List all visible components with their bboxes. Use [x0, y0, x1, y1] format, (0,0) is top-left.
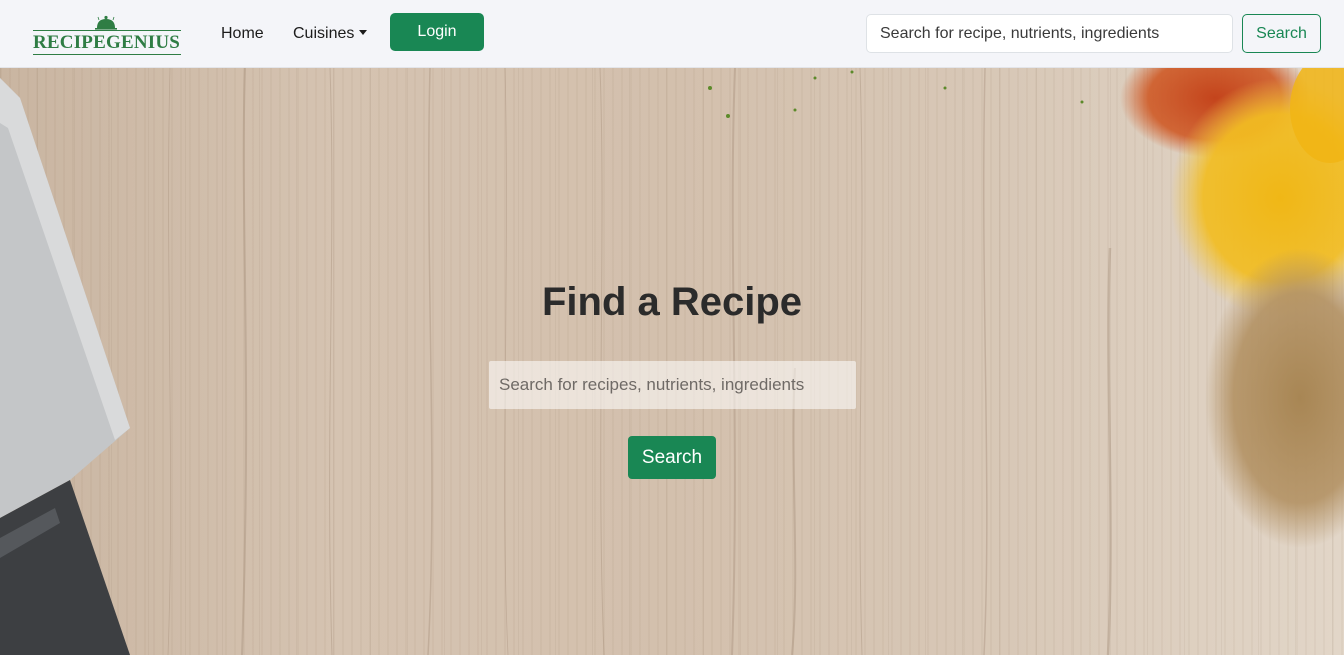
hero-title: Find a Recipe: [541, 280, 803, 324]
cloche-icon: [95, 15, 117, 30]
nav-cuisines-dropdown[interactable]: Cuisines: [293, 22, 368, 46]
brand-rule: [33, 54, 181, 55]
hero-search-button[interactable]: Search: [628, 436, 716, 479]
brand-logo[interactable]: RECIPEGENIUS: [33, 14, 181, 56]
hero-search-input[interactable]: [489, 361, 856, 409]
brand-name: RECIPEGENIUS: [33, 32, 181, 53]
navbar: RECIPEGENIUS Home Cuisines Login Search: [0, 0, 1344, 68]
nav-home-link[interactable]: Home: [221, 22, 264, 46]
hero-section: Find a Recipe Search: [0, 68, 1344, 655]
navbar-search-button[interactable]: Search: [1242, 14, 1321, 53]
nav-cuisines-label: Cuisines: [293, 25, 355, 42]
brand-rule: [33, 30, 181, 31]
login-button[interactable]: Login: [390, 13, 484, 51]
caret-down-icon: [359, 30, 368, 35]
navbar-search-input[interactable]: [866, 14, 1233, 53]
